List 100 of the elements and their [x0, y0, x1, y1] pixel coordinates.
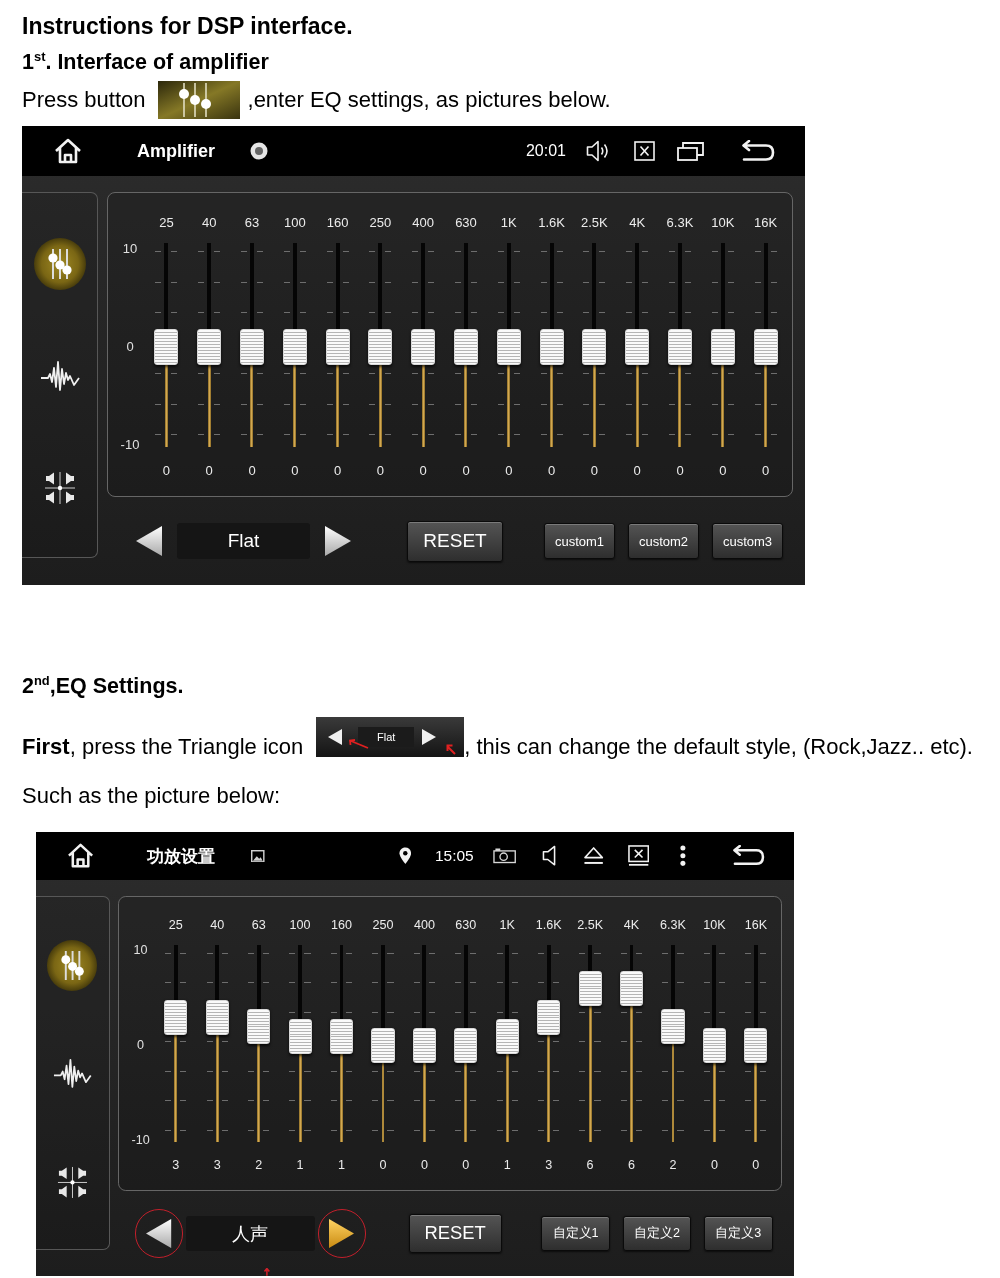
scale-label: 0 — [137, 1037, 145, 1054]
speaker-icon[interactable] — [541, 845, 557, 867]
frequency-label: 250 — [372, 917, 394, 934]
slider-thumb[interactable] — [240, 329, 264, 365]
back-icon[interactable] — [741, 140, 775, 162]
gain-value: 0 — [419, 463, 427, 479]
sidebar-tab[interactable] — [47, 940, 98, 991]
frequency-label: 25 — [168, 917, 183, 934]
gain-value: 0 — [505, 463, 513, 479]
slider-thumb[interactable] — [661, 1009, 685, 1045]
reset-button[interactable]: RESET — [408, 1213, 502, 1254]
close-icon[interactable] — [627, 845, 649, 867]
sidebar-tab[interactable] — [33, 238, 86, 290]
slider-thumb[interactable] — [495, 1018, 519, 1054]
slider-thumb[interactable] — [619, 971, 644, 1007]
location-pin-icon[interactable] — [398, 847, 412, 865]
screen-title: 功放设置 — [147, 844, 216, 868]
slider-thumb[interactable] — [625, 329, 650, 365]
camera-icon[interactable] — [493, 848, 517, 864]
slider-thumb[interactable] — [325, 329, 350, 365]
frequency-label: 100 — [289, 917, 311, 934]
gain-value: 0 — [379, 1157, 387, 1174]
frequency-label: 400 — [413, 917, 435, 934]
slider-thumb[interactable] — [537, 999, 561, 1035]
close-icon[interactable] — [633, 141, 655, 161]
frequency-label: 40 — [201, 215, 217, 231]
slider-thumb[interactable] — [411, 329, 436, 365]
gain-value: 0 — [710, 1157, 718, 1174]
slider-thumb[interactable] — [710, 329, 735, 365]
section-heading: 2$^{nd}$,EQ Settings. — [22, 672, 185, 700]
eject-icon[interactable] — [583, 846, 605, 866]
slider-thumb[interactable] — [578, 971, 602, 1007]
frequency-label: 6.3K — [666, 215, 694, 231]
frequency-label: 1.6K — [538, 215, 565, 231]
slider-thumb[interactable] — [247, 1009, 271, 1045]
slider-thumb[interactable] — [454, 329, 478, 365]
previous-button[interactable] — [136, 526, 162, 556]
record-icon[interactable] — [250, 142, 268, 160]
custom-preset-button[interactable]: custom2 — [628, 523, 699, 559]
custom-preset-button[interactable]: 自定义3 — [703, 1216, 773, 1251]
back-icon[interactable] — [732, 845, 765, 867]
slider-thumb[interactable] — [197, 329, 222, 365]
slider-thumb[interactable] — [668, 329, 692, 365]
slider-thumb[interactable] — [744, 1028, 768, 1064]
gain-value: 0 — [547, 463, 556, 479]
slider-thumb[interactable] — [288, 1018, 312, 1054]
gain-value: 0 — [291, 463, 299, 479]
speaker-icon[interactable] — [585, 140, 611, 162]
slider-thumb[interactable] — [753, 329, 778, 365]
slider-thumb[interactable] — [412, 1028, 436, 1064]
more-icon[interactable] — [679, 845, 686, 867]
speakers-icon — [56, 1165, 88, 1199]
frequency-label: 630 — [455, 215, 477, 231]
slider-thumb[interactable] — [329, 1018, 354, 1054]
slider-thumb[interactable] — [154, 329, 179, 365]
frequency-label: 160 — [326, 215, 349, 231]
slider-thumb[interactable] — [368, 329, 393, 365]
pointer-arrow-icon — [446, 744, 457, 755]
gain-value: 0 — [248, 463, 256, 479]
gain-value: 3 — [545, 1157, 553, 1174]
frequency-label: 1K — [499, 917, 515, 934]
instruction-text: , this can change the default style, (Rock,Jazz.. etc). — [464, 736, 973, 757]
reset-button[interactable]: RESET — [407, 520, 503, 562]
frequency-label: 4K — [629, 215, 646, 231]
waveform-icon — [52, 1057, 92, 1091]
custom-preset-button[interactable]: 自定义2 — [622, 1216, 692, 1251]
next-button[interactable] — [325, 526, 351, 556]
preset-display: Flat — [358, 727, 415, 747]
slider-thumb[interactable] — [582, 329, 607, 365]
speakers-icon — [43, 471, 76, 505]
custom-preset-button[interactable]: custom1 — [544, 523, 615, 559]
frequency-label: 16K — [754, 215, 778, 231]
gain-value: 0 — [761, 463, 770, 479]
document-title: Instructions for DSP interface. — [22, 12, 354, 41]
right-arrow-icon — [329, 1218, 355, 1248]
gain-value: 0 — [205, 463, 213, 479]
scale-label: -10 — [120, 437, 140, 453]
slider-thumb[interactable] — [702, 1028, 726, 1064]
custom-preset-button[interactable]: custom3 — [712, 523, 783, 559]
clock-time: 20:01 — [525, 142, 566, 160]
custom-preset-button[interactable]: 自定义1 — [541, 1216, 610, 1251]
slider-thumb[interactable] — [496, 329, 521, 365]
slider-thumb[interactable] — [282, 329, 307, 365]
left-arrow-icon — [136, 526, 162, 556]
home-icon[interactable] — [67, 843, 95, 869]
slider-thumb[interactable] — [539, 329, 564, 365]
image-icon[interactable] — [251, 849, 265, 863]
gain-value: 1 — [338, 1157, 346, 1174]
slider-thumb[interactable] — [164, 999, 188, 1035]
home-icon[interactable] — [54, 138, 82, 164]
left-arrow-icon — [146, 1218, 172, 1248]
slider-thumb[interactable] — [371, 1028, 395, 1064]
slider-thumb[interactable] — [205, 999, 229, 1035]
slider-thumb[interactable] — [454, 1028, 478, 1064]
frequency-label: 40 — [210, 917, 225, 934]
right-arrow-icon — [422, 729, 437, 745]
gain-value: 0 — [719, 463, 727, 479]
frequency-label: 2.5K — [577, 917, 604, 934]
equalizer-icon — [46, 248, 73, 280]
window-stack-icon[interactable] — [676, 141, 704, 161]
